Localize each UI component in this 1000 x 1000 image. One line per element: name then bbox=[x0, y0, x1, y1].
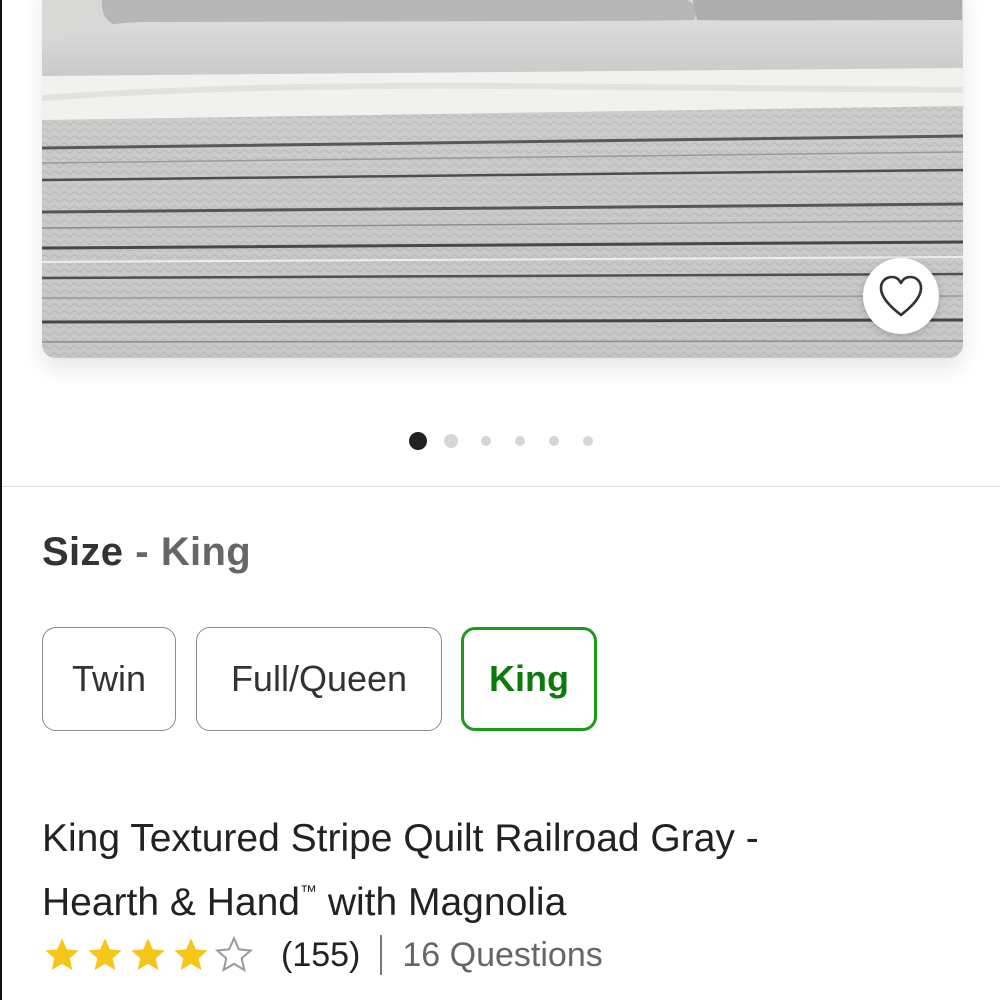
rating-row: (155) 16 Questions bbox=[42, 930, 603, 980]
section-divider bbox=[2, 486, 1000, 487]
carousel-dot-active[interactable] bbox=[409, 432, 427, 450]
heart-outline-icon bbox=[879, 275, 923, 317]
carousel-dot[interactable] bbox=[583, 436, 593, 446]
brand-partner: with Magnolia bbox=[316, 881, 567, 924]
review-count[interactable]: (155) bbox=[281, 936, 360, 975]
product-title: King Textured Stripe Quilt Railroad Gray… bbox=[42, 812, 942, 929]
questions-link[interactable]: 16 Questions bbox=[402, 936, 602, 975]
size-option-label: King bbox=[489, 658, 569, 699]
favorite-button[interactable] bbox=[863, 258, 939, 334]
product-title-line-1: King Textured Stripe Quilt Railroad Gray… bbox=[42, 817, 759, 860]
star-filled-icon bbox=[131, 938, 165, 970]
star-filled-icon bbox=[45, 938, 79, 970]
star-filled-icon bbox=[88, 938, 122, 970]
product-page: Size - King Twin Full/Queen King King Text… bbox=[0, 0, 1000, 1000]
size-option-twin[interactable]: Twin bbox=[42, 627, 176, 731]
size-option-label: Full/Queen bbox=[230, 658, 408, 699]
trademark-symbol: ™ bbox=[299, 882, 317, 901]
size-selected-value: King bbox=[160, 530, 251, 574]
carousel-dot[interactable] bbox=[481, 436, 491, 446]
quilt-photo bbox=[42, 0, 963, 358]
carousel-dot[interactable] bbox=[549, 436, 559, 446]
carousel-dot[interactable] bbox=[515, 436, 525, 446]
product-image[interactable] bbox=[42, 0, 963, 358]
size-separator: - bbox=[135, 530, 149, 574]
carousel-indicator bbox=[2, 430, 1000, 452]
product-title-line-2: Hearth & Hand™ with Magnolia bbox=[42, 865, 942, 929]
size-option-label: Twin bbox=[71, 658, 147, 699]
rating-divider bbox=[380, 935, 383, 975]
star-empty-icon bbox=[214, 935, 254, 973]
size-option-king[interactable]: King bbox=[461, 627, 597, 731]
size-label: Size bbox=[42, 530, 124, 574]
star-rating[interactable] bbox=[42, 935, 257, 975]
star-filled-icon bbox=[174, 938, 208, 970]
size-heading: Size - King bbox=[42, 530, 251, 575]
carousel-dot[interactable] bbox=[444, 434, 458, 448]
brand-name: Hearth & Hand bbox=[42, 881, 300, 924]
size-option-full-queen[interactable]: Full/Queen bbox=[196, 627, 442, 731]
